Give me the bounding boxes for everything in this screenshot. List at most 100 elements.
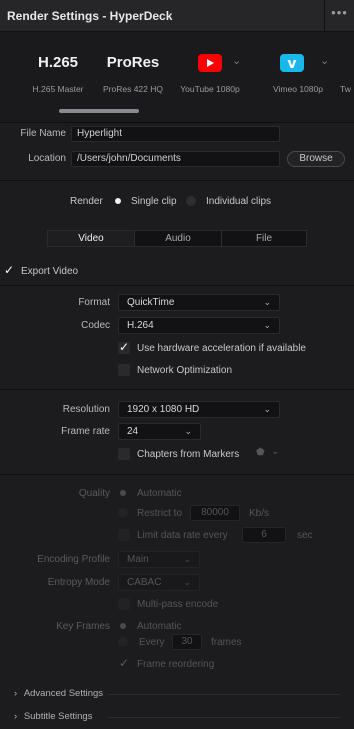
title-bar: Render Settings - HyperDeck •••	[0, 0, 354, 32]
divider	[0, 389, 354, 390]
subtitle-settings-label: Subtitle Settings	[23, 711, 93, 722]
frame-rate-select[interactable]: 24 ⌄	[118, 423, 201, 440]
preset-subtitle: ProRes 422 HQ	[103, 84, 163, 94]
chevron-down-icon[interactable]: ⌄	[232, 54, 241, 67]
encoding-profile-select[interactable]: Main ⌄	[118, 551, 200, 568]
preset-name: H.265	[37, 54, 79, 71]
subtitle-settings-section[interactable]: › Subtitle Settings	[14, 711, 344, 722]
settings-tabs: Video Audio File	[47, 230, 307, 247]
tab-file[interactable]: File	[222, 231, 306, 246]
preset-name: ProRes	[106, 54, 160, 71]
limit-data-rate-checkbox[interactable]	[118, 529, 130, 541]
preset-subtitle: H.265 Master	[32, 84, 84, 94]
preset-partial[interactable]: Tw	[340, 32, 354, 122]
chevron-down-icon: ⌄	[183, 554, 191, 564]
preset-subtitle: Tw	[340, 84, 351, 94]
chevron-down-icon[interactable]: ⌄	[320, 54, 329, 67]
key-frames-automatic-radio[interactable]	[118, 621, 128, 631]
multipass-label[interactable]: Multi-pass encode	[137, 599, 218, 610]
key-frames-label: Key Frames	[56, 621, 110, 632]
chevron-down-icon: ⌄	[271, 446, 280, 457]
file-name-label: File Name	[20, 128, 66, 139]
network-optimization-label[interactable]: Network Optimization	[137, 365, 232, 376]
frame-reordering-label[interactable]: Frame reordering	[137, 659, 214, 670]
limit-unit-label: sec	[297, 530, 313, 541]
divider	[0, 285, 354, 286]
quality-label: Quality	[78, 488, 110, 499]
preset-subtitle: YouTube 1080p	[180, 84, 240, 94]
preset-youtube[interactable]: ⌄ YouTube 1080p	[172, 32, 248, 122]
limit-data-rate-input[interactable]: 6	[242, 527, 286, 543]
key-frames-unit-label: frames	[211, 637, 242, 648]
render-label: Render	[70, 196, 103, 207]
chevron-down-icon: ⌄	[184, 426, 192, 436]
quality-restrict-radio[interactable]	[118, 508, 128, 518]
frame-reordering-checkbox[interactable]: ✓	[118, 656, 130, 670]
vimeo-logo-icon: v	[280, 54, 304, 72]
location-input[interactable]: /Users/john/Documents	[71, 151, 280, 167]
key-frames-every-label[interactable]: Every	[139, 637, 165, 648]
codec-select[interactable]: H.264 ⌄	[118, 317, 280, 334]
quality-automatic-label[interactable]: Automatic	[137, 488, 181, 499]
hw-accel-label[interactable]: Use hardware acceleration if available	[137, 343, 306, 354]
file-name-input[interactable]: Hyperlight	[71, 126, 280, 142]
individual-clips-label[interactable]: Individual clips	[206, 196, 271, 207]
section-rule	[108, 717, 340, 718]
preset-subtitle: Vimeo 1080p	[273, 84, 323, 94]
network-optimization-checkbox[interactable]	[118, 364, 130, 376]
individual-clips-radio[interactable]	[186, 196, 196, 206]
resolution-value: 1920 x 1080 HD	[127, 404, 200, 415]
more-options-icon[interactable]: •••	[324, 0, 354, 32]
checkmark-icon: ✓	[119, 340, 130, 354]
chevron-down-icon: ⌄	[183, 577, 191, 587]
checkmark-icon: ✓	[119, 656, 130, 670]
entropy-mode-select[interactable]: CABAC ⌄	[118, 574, 200, 591]
codec-value: H.264	[127, 320, 154, 331]
key-frames-automatic-label[interactable]: Automatic	[137, 621, 181, 632]
resolution-label: Resolution	[62, 404, 110, 415]
format-label: Format	[78, 297, 110, 308]
advanced-settings-section[interactable]: › Advanced Settings	[14, 688, 344, 699]
checkmark-icon: ✓	[4, 263, 15, 277]
encoding-profile-value: Main	[127, 554, 149, 565]
window-title: Render Settings - HyperDeck	[7, 9, 173, 23]
entropy-mode-value: CABAC	[127, 577, 162, 588]
hw-accel-checkbox[interactable]: ✓	[118, 340, 130, 354]
limit-data-rate-label[interactable]: Limit data rate every	[137, 530, 228, 541]
quality-automatic-radio[interactable]	[118, 488, 128, 498]
key-frames-interval-input[interactable]: 30	[172, 634, 202, 650]
render-presets: H.265 H.265 Master ProRes ProRes 422 HQ …	[0, 32, 354, 122]
restrict-bitrate-input[interactable]: 80000	[190, 505, 240, 521]
browse-button[interactable]: Browse	[287, 151, 345, 167]
export-video-checkbox[interactable]: ✓	[3, 263, 15, 277]
divider	[0, 474, 354, 475]
export-video-label[interactable]: Export Video	[21, 266, 78, 277]
youtube-logo-icon	[198, 54, 222, 72]
multipass-checkbox[interactable]	[118, 598, 130, 610]
chapters-from-markers-label[interactable]: Chapters from Markers	[137, 449, 239, 460]
format-select[interactable]: QuickTime ⌄	[118, 294, 280, 311]
tab-video[interactable]: Video	[48, 231, 134, 246]
presets-scrollbar[interactable]	[59, 109, 139, 113]
tab-audio[interactable]: Audio	[135, 231, 221, 246]
divider	[0, 180, 354, 181]
quality-restrict-label[interactable]: Restrict to	[137, 508, 182, 519]
svg-text:v: v	[287, 56, 296, 72]
chapters-from-markers-checkbox[interactable]	[118, 448, 130, 460]
single-clip-label[interactable]: Single clip	[131, 196, 177, 207]
single-clip-radio[interactable]	[113, 196, 123, 206]
section-rule	[108, 694, 340, 695]
key-frames-every-radio[interactable]	[118, 637, 128, 647]
location-label: Location	[28, 153, 66, 164]
restrict-unit-label: Kb/s	[249, 508, 270, 519]
entropy-mode-label: Entropy Mode	[47, 577, 110, 588]
frame-rate-label: Frame rate	[61, 426, 110, 437]
frame-rate-value: 24	[127, 426, 139, 437]
marker-icon: ⬟	[256, 447, 265, 458]
codec-label: Codec	[81, 320, 110, 331]
chevron-right-icon: ›	[14, 688, 18, 699]
preset-vimeo[interactable]: v ⌄ Vimeo 1080p	[260, 32, 336, 122]
format-value: QuickTime	[127, 297, 175, 308]
resolution-select[interactable]: 1920 x 1080 HD ⌄	[118, 401, 280, 418]
chevron-down-icon: ⌄	[263, 404, 271, 414]
